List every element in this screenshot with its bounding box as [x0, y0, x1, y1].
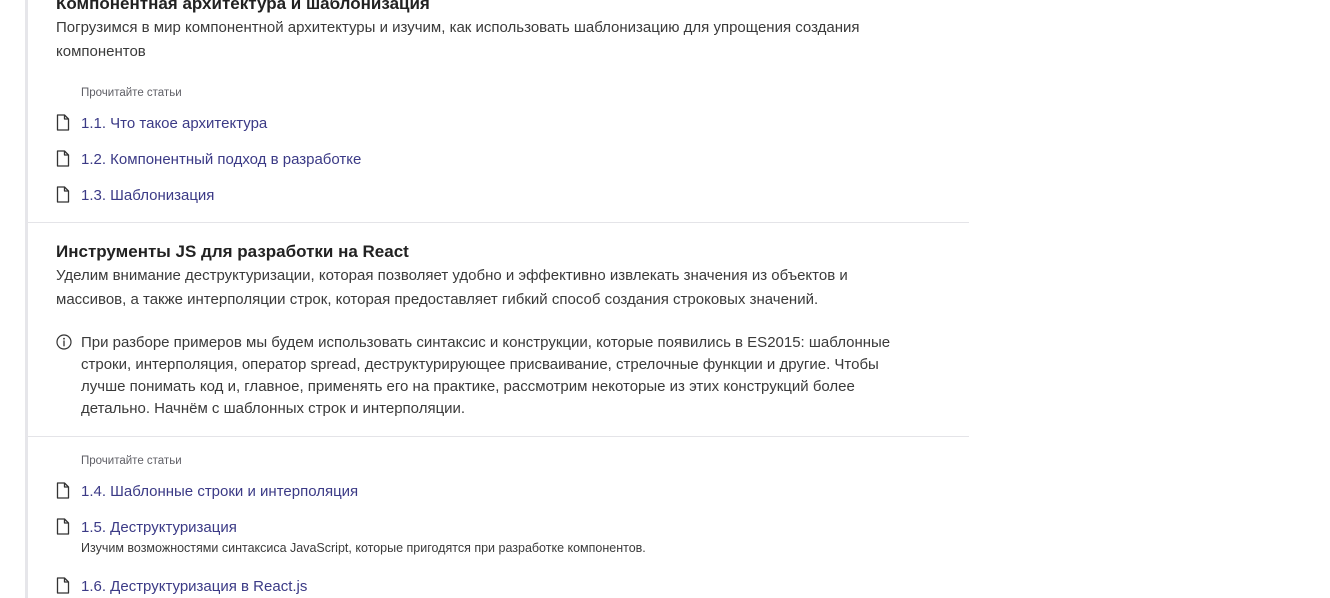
section-component-architecture: Компонентная архитектура и шаблонизация …	[28, 0, 969, 64]
note-line: лучше понимать код и, главное, применять…	[81, 378, 855, 395]
note-text: При разборе примеров мы будем использова…	[81, 332, 945, 420]
description-line: массивов, а также интерполяции строк, ко…	[56, 291, 819, 308]
note-line: При разборе примеров мы будем использова…	[81, 334, 891, 351]
article-subtitle: Изучим возможностями синтаксиса JavaScri…	[81, 541, 646, 555]
article-link[interactable]: 1.4. Шаблонные строки и интерполяция	[81, 482, 358, 501]
section-js-tools: Инструменты JS для разработки на React У…	[28, 241, 969, 312]
article-item[interactable]: 1.6. Деструктуризация в React.js	[56, 577, 945, 598]
section-description: Уделим внимание деструктуризации, котора…	[56, 264, 945, 312]
document-icon	[56, 518, 70, 535]
note-line: детально. Начнём с шаблонных строк и инт…	[81, 400, 466, 417]
article-item[interactable]: 1.4. Шаблонные строки и интерполяция	[56, 482, 945, 518]
article-link[interactable]: 1.5. Деструктуризация	[81, 518, 646, 537]
articles-block-1: Прочитайте статьи 1.1. Что такое архитек…	[28, 86, 969, 222]
section-divider	[28, 222, 969, 223]
section-title: Инструменты JS для разработки на React	[56, 242, 409, 261]
section-title: Компонентная архитектура и шаблонизация	[56, 0, 430, 13]
read-articles-label: Прочитайте статьи	[81, 455, 182, 467]
note-line: строки, интерполяция, оператор spread, д…	[81, 356, 879, 373]
description-line: Уделим внимание деструктуризации, котора…	[56, 267, 848, 284]
article-link[interactable]: 1.3. Шаблонизация	[81, 186, 214, 205]
article-link[interactable]: 1.6. Деструктуризация в React.js	[81, 577, 307, 596]
section-divider	[28, 436, 969, 437]
document-icon	[56, 186, 70, 203]
document-icon	[56, 114, 70, 131]
course-page: Компонентная архитектура и шаблонизация …	[0, 0, 1330, 598]
info-note: При разборе примеров мы будем использова…	[28, 332, 969, 420]
document-icon	[56, 482, 70, 499]
description-line: компонентов	[56, 43, 146, 60]
document-icon	[56, 150, 70, 167]
articles-block-2: Прочитайте статьи 1.4. Шаблонные строки …	[28, 454, 969, 598]
article-item[interactable]: 1.1. Что такое архитектура	[56, 114, 945, 150]
article-item[interactable]: 1.2. Компонентный подход в разработке	[56, 150, 945, 186]
article-item[interactable]: 1.5. Деструктуризация Изучим возможностя…	[56, 518, 945, 577]
description-line: Погрузимся в мир компонентной архитектур…	[56, 19, 860, 36]
info-icon	[56, 334, 72, 350]
section-description: Погрузимся в мир компонентной архитектур…	[56, 16, 945, 64]
read-articles-label: Прочитайте статьи	[81, 87, 182, 99]
article-item[interactable]: 1.3. Шаблонизация	[56, 186, 945, 222]
article-link[interactable]: 1.1. Что такое архитектура	[81, 114, 267, 133]
document-icon	[56, 577, 70, 594]
article-link[interactable]: 1.2. Компонентный подход в разработке	[81, 150, 361, 169]
